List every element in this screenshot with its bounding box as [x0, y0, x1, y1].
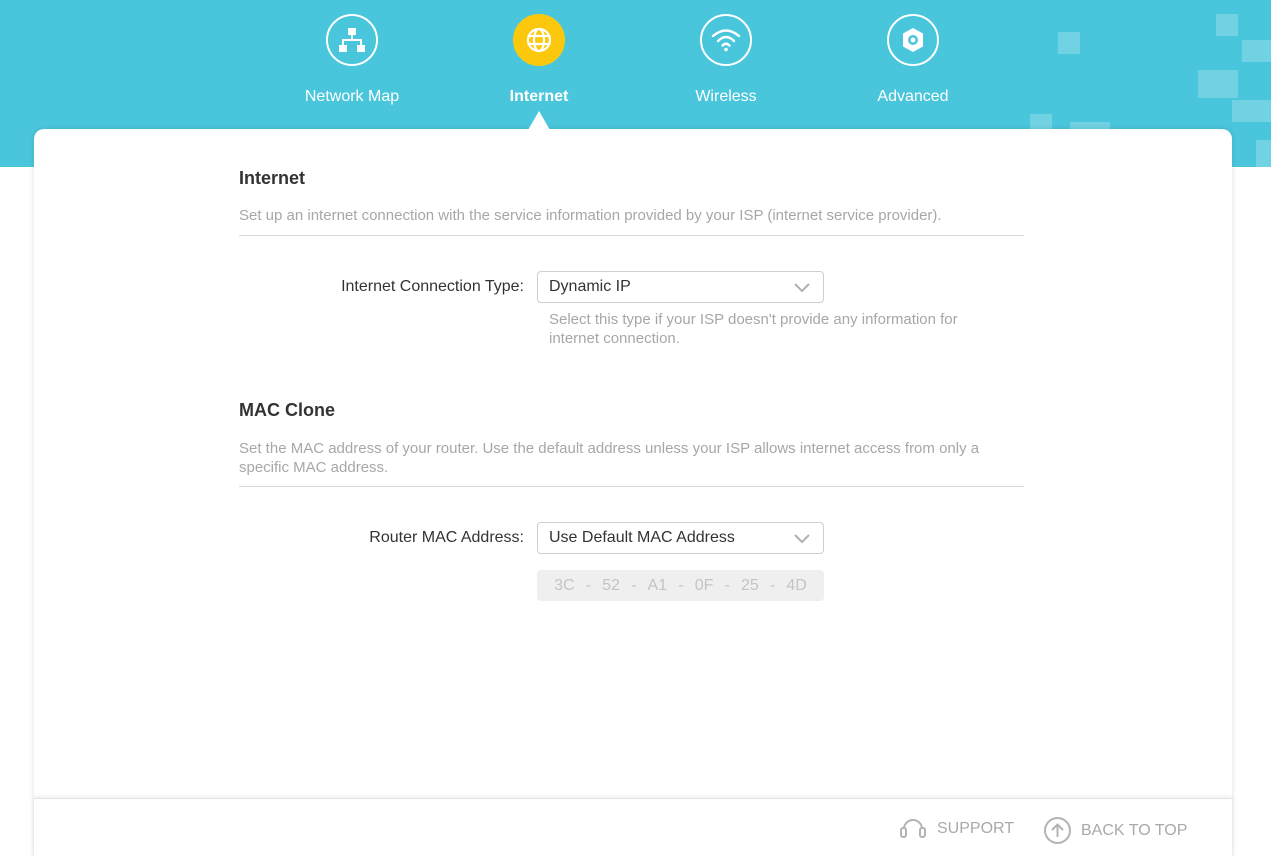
headset-icon [900, 819, 926, 838]
mac-octet: 4D [786, 576, 807, 594]
mac-octet: A1 [647, 576, 668, 594]
chevron-down-icon [794, 283, 810, 293]
back-to-top-link[interactable]: BACK TO TOP [1043, 816, 1187, 845]
support-label: SUPPORT [937, 820, 1015, 837]
internet-section-description: Set up an internet connection with the s… [239, 207, 942, 224]
top-nav: Network Map Internet Wireless Advanced [0, 0, 1271, 130]
internet-section-title: Internet [239, 168, 306, 188]
connection-type-select[interactable]: Dynamic IP [537, 271, 824, 303]
nav-item-internet[interactable]: Internet [469, 14, 609, 106]
gear-icon [887, 14, 939, 66]
nav-label: Wireless [695, 88, 757, 105]
nav-label: Network Map [304, 88, 400, 105]
nav-label: Internet [509, 88, 569, 105]
connection-type-help: Select this type if your ISP doesn't pro… [549, 311, 958, 347]
nav-item-wireless[interactable]: Wireless [656, 14, 796, 106]
arrow-up-circle-icon [1044, 817, 1071, 844]
mac-clone-section-description: Set the MAC address of your router. Use … [239, 440, 980, 476]
mac-octet: 3C [554, 576, 575, 594]
back-to-top-label: BACK TO TOP [1081, 821, 1188, 839]
mac-separator: - [631, 576, 637, 594]
globe-icon [513, 14, 565, 66]
mac-separator: - [769, 576, 776, 594]
support-link[interactable]: SUPPORT [898, 816, 1014, 842]
mac-octet: 25 [740, 576, 759, 594]
mac-separator: - [724, 576, 730, 594]
nav-label: Advanced [877, 88, 949, 105]
mac-octet: 52 [602, 576, 620, 594]
nav-item-network-map[interactable]: Network Map [282, 14, 422, 106]
mac-address-display: 3C - 52 - A1 - 0F - 25 - 4D [537, 570, 824, 601]
router-mac-select[interactable]: Use Default MAC Address [537, 522, 824, 554]
section-divider [239, 235, 1024, 236]
mac-octet: 0F [694, 576, 714, 594]
section-divider [239, 486, 1024, 487]
nav-item-advanced[interactable]: Advanced [843, 14, 983, 106]
mac-clone-section-title: MAC Clone [239, 400, 335, 420]
network-map-icon [326, 14, 378, 66]
mac-separator: - [585, 576, 592, 594]
wifi-icon [700, 14, 752, 66]
connection-type-value: Dynamic IP [549, 278, 631, 295]
mac-separator: - [678, 576, 684, 594]
decor-square [1256, 140, 1271, 167]
active-tab-pointer [528, 111, 550, 130]
router-mac-label: Router MAC Address: [369, 529, 524, 546]
chevron-down-icon [794, 534, 810, 544]
router-mac-value: Use Default MAC Address [549, 529, 735, 546]
content-card [34, 129, 1232, 856]
connection-type-label: Internet Connection Type: [341, 278, 524, 295]
